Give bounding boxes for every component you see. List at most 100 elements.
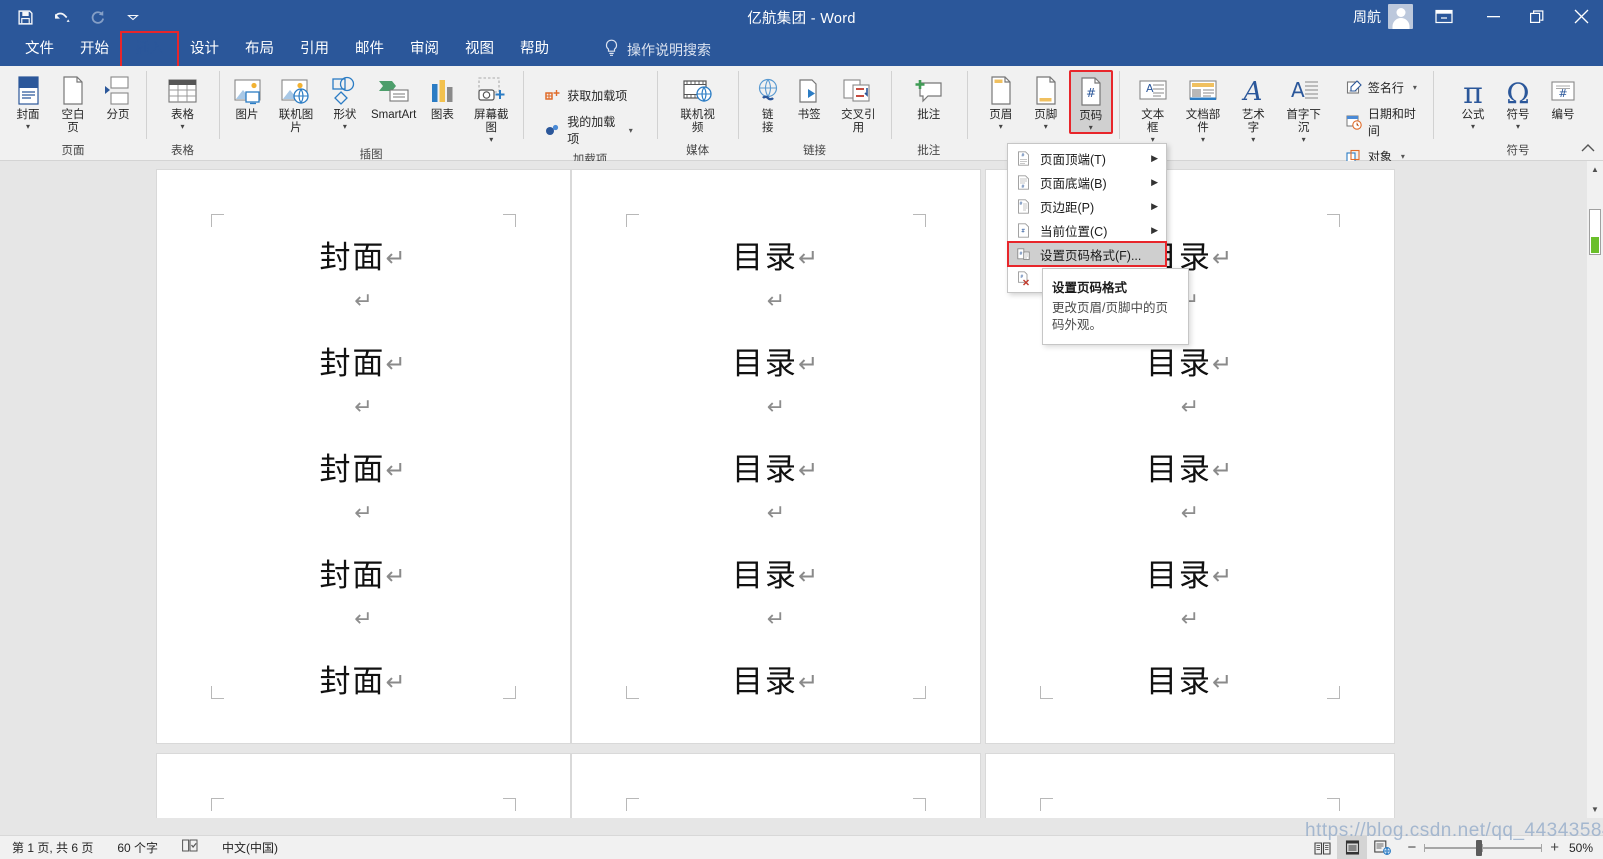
my-addins-dropdown-icon[interactable]: ▾ [629, 126, 633, 135]
online-video-button[interactable]: 联机视频 [671, 70, 725, 136]
svg-text:#: # [1086, 86, 1096, 100]
symbol-dropdown-icon[interactable]: ▾ [1516, 123, 1520, 131]
zoom-slider[interactable] [1424, 839, 1543, 856]
tab-file[interactable]: 文件 [12, 33, 67, 66]
close-button[interactable] [1559, 0, 1603, 33]
smartart-button[interactable]: SmartArt [368, 70, 419, 123]
web-layout-button[interactable] [1367, 836, 1397, 859]
zoom-in-button[interactable]: + [1550, 839, 1559, 856]
screenshot-button[interactable]: 屏幕截图 ▾ [465, 70, 517, 145]
quick-parts-dropdown-icon[interactable]: ▾ [1201, 136, 1205, 144]
tab-view[interactable]: 视图 [452, 33, 507, 66]
date-time-button[interactable]: 日期和时间 [1340, 102, 1427, 142]
object-dropdown-icon[interactable]: ▾ [1401, 152, 1405, 161]
language-status[interactable]: 中文(中国) [210, 836, 290, 859]
page-number-dropdown-icon[interactable]: ▾ [1089, 124, 1093, 132]
page-5[interactable]: 正文↵ [571, 753, 981, 818]
tab-home[interactable]: 开始 [67, 33, 122, 66]
header-dropdown-icon[interactable]: ▾ [999, 123, 1003, 131]
redo-icon[interactable] [86, 6, 108, 28]
menu-item-current-position[interactable]: # 当前位置(C) ▶ [1008, 218, 1166, 242]
zoom-level[interactable]: 50% [1569, 841, 1603, 855]
print-layout-button[interactable] [1337, 835, 1368, 859]
scroll-down-icon[interactable]: ▼ [1587, 801, 1603, 818]
collapse-ribbon-icon[interactable] [1581, 142, 1595, 156]
cover-page-button[interactable]: 封面 ▾ [6, 70, 50, 132]
header-button[interactable]: 页眉 ▾ [979, 70, 1023, 132]
save-icon[interactable] [14, 6, 36, 28]
get-addins-button[interactable]: 获取加载项 [539, 84, 639, 107]
page-2[interactable]: 目录↵ ↵ 目录↵ ↵ 目录↵ ↵ 目录↵ ↵ 目录↵ [571, 169, 981, 744]
zoom-slider-thumb[interactable] [1476, 839, 1483, 856]
footer-dropdown-icon[interactable]: ▾ [1044, 123, 1048, 131]
scroll-up-icon[interactable]: ▲ [1587, 161, 1603, 178]
tab-layout[interactable]: 布局 [232, 33, 287, 66]
wordart-dropdown-icon[interactable]: ▾ [1251, 136, 1255, 144]
equation-dropdown-icon[interactable]: ▾ [1471, 123, 1475, 131]
equation-button[interactable]: π 公式 ▾ [1451, 70, 1495, 132]
shapes-dropdown-icon[interactable]: ▾ [343, 123, 347, 131]
restore-button[interactable] [1515, 0, 1559, 33]
my-addins-button[interactable]: 我的加载项 ▾ [539, 110, 639, 150]
tell-me-box[interactable]: 操作说明搜索 [604, 39, 711, 60]
menu-item-page-margins[interactable]: # 页边距(P) ▶ [1008, 194, 1166, 218]
minimize-button[interactable] [1471, 0, 1515, 33]
menu-item-page-bottom[interactable]: # 页面底端(B) ▶ [1008, 170, 1166, 194]
page-info[interactable]: 第 1 页, 共 6 页 [0, 836, 105, 859]
drop-cap-button[interactable]: A 首字下沉 ▾ [1276, 70, 1331, 145]
page-bottom-icon: # [1012, 174, 1034, 190]
blank-page-button[interactable]: 空白页 [51, 70, 95, 136]
page-break-button[interactable]: 分页 [96, 70, 140, 123]
signature-line-dropdown-icon[interactable]: ▾ [1413, 83, 1417, 92]
tab-review[interactable]: 审阅 [397, 33, 452, 66]
cross-reference-button[interactable]: 交叉引用 [832, 70, 885, 136]
text-box-button[interactable]: A 文本框 ▾ [1131, 70, 1175, 145]
page-4[interactable]: 正文↵ [156, 753, 571, 818]
undo-icon[interactable] [50, 6, 72, 28]
page-2-line-6: ↵ [766, 500, 786, 525]
symbol-button[interactable]: Ω 符号 ▾ [1496, 70, 1540, 132]
table-dropdown-icon[interactable]: ▾ [180, 123, 184, 131]
cover-page-dropdown-icon[interactable]: ▾ [26, 123, 30, 131]
page-6[interactable]: 正文↵ [985, 753, 1395, 818]
shapes-button[interactable]: 形状 ▾ [323, 70, 367, 132]
zoom-control[interactable]: − + [1397, 839, 1569, 856]
ribbon-display-options-icon[interactable] [1429, 0, 1459, 33]
footer-label: 页脚 [1034, 109, 1058, 121]
wordart-button[interactable]: A 艺术字 ▾ [1231, 70, 1275, 145]
tab-references[interactable]: 引用 [287, 33, 342, 66]
tab-help[interactable]: 帮助 [507, 33, 562, 66]
bookmark-button[interactable]: 书签 [787, 70, 831, 123]
menu-item-page-top[interactable]: # 页面顶端(T) ▶ [1008, 146, 1166, 170]
paragraph-mark: ↵ [385, 350, 408, 378]
quick-parts-button[interactable]: 文档部件 ▾ [1176, 70, 1231, 145]
proofing-status[interactable] [170, 836, 210, 859]
page-1[interactable]: 封面↵ ↵ 封面↵ ↵ 封面↵ ↵ 封面↵ ↵ 封面↵ [156, 169, 571, 744]
link-button[interactable]: 链 接 [749, 70, 786, 136]
tab-design[interactable]: 设计 [177, 33, 232, 66]
word-count[interactable]: 60 个字 [105, 836, 170, 859]
new-comment-button[interactable]: 批注 [907, 70, 951, 123]
signature-line-button[interactable]: 签名行 ▾ [1340, 76, 1427, 99]
read-mode-button[interactable] [1307, 836, 1337, 859]
page-top-icon: # [1012, 150, 1034, 166]
drop-cap-dropdown-icon[interactable]: ▾ [1302, 136, 1306, 144]
avatar[interactable] [1388, 4, 1413, 29]
group-label-pages: 页面 [61, 145, 85, 157]
tab-insert[interactable]: 插入 [120, 31, 179, 68]
online-pictures-button[interactable]: 联机图片 [270, 70, 322, 136]
vertical-scrollbar[interactable]: ▲ ▼ [1587, 161, 1603, 818]
document-canvas[interactable]: 封面↵ ↵ 封面↵ ↵ 封面↵ ↵ 封面↵ ↵ 封面↵ 目录↵ ↵ 目录↵ ↵ … [0, 161, 1603, 818]
footer-button[interactable]: 页脚 ▾ [1024, 70, 1068, 132]
menu-item-format-page-numbers[interactable]: # 设置页码格式(F)... [1007, 241, 1167, 267]
chart-button[interactable]: 图表 [420, 70, 464, 123]
tab-mailings[interactable]: 邮件 [342, 33, 397, 66]
scrollbar-thumb[interactable] [1589, 209, 1601, 255]
customize-qat-chevron-icon[interactable] [122, 6, 144, 28]
pictures-button[interactable]: 图片 [225, 70, 269, 123]
zoom-out-button[interactable]: − [1407, 839, 1416, 856]
page-number-button[interactable]: # 页码 ▾ [1068, 70, 1113, 134]
screenshot-dropdown-icon[interactable]: ▾ [489, 136, 493, 144]
numbering-button[interactable]: # 编号 [1541, 70, 1585, 123]
table-button[interactable]: 表格 ▾ [160, 70, 205, 132]
